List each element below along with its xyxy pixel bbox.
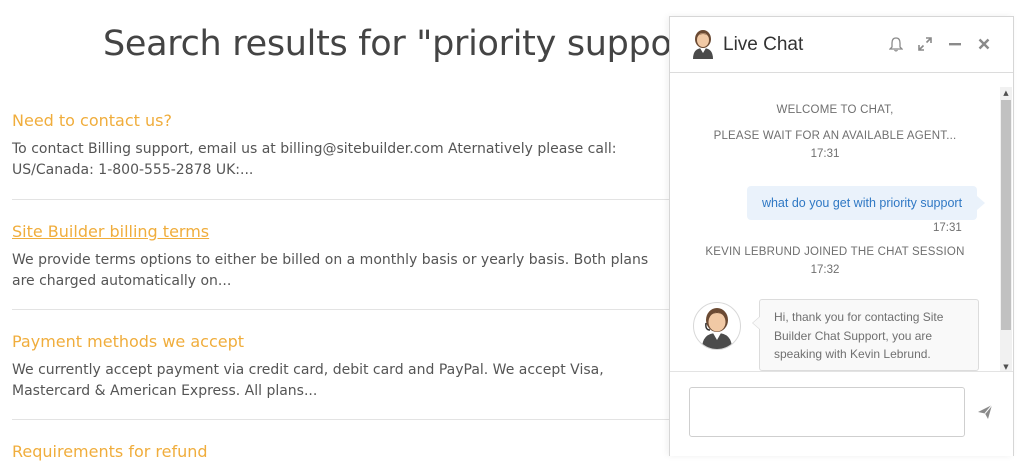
chat-message-input[interactable] (689, 387, 965, 437)
agent-avatar-icon (702, 308, 732, 349)
divider (12, 309, 672, 310)
expand-icon[interactable] (916, 35, 934, 53)
result-title-link[interactable]: Requirements for refund (12, 442, 712, 462)
system-message: PLEASE WAIT FOR AN AVAILABLE AGENT... (713, 130, 957, 142)
search-result: Payment methods we accept We currently a… (12, 332, 712, 402)
search-result: Need to contact us? To contact Billing s… (12, 111, 712, 181)
divider (12, 419, 672, 420)
result-title-link[interactable]: Need to contact us? (12, 111, 712, 131)
scroll-up-icon[interactable]: ▲ (1000, 87, 1012, 99)
chat-footer (670, 371, 1013, 456)
page-title: Search results for "priority support" (103, 24, 715, 64)
send-icon[interactable] (977, 404, 995, 422)
close-icon[interactable] (975, 35, 993, 53)
chat-title: Live Chat (723, 34, 804, 55)
result-title-link[interactable]: Payment methods we accept (12, 332, 712, 352)
agent-message-bubble: Hi, thank you for contacting Site Builde… (752, 299, 979, 371)
result-snippet: We currently accept payment via credit c… (12, 362, 604, 399)
message-time: 17:31 (810, 148, 840, 160)
live-chat-widget: Live Chat WELCOME TO CHAT, PLEASE WAIT F… (669, 16, 1014, 456)
agent-avatar (693, 302, 741, 350)
search-result: Requirements for refund (12, 442, 712, 462)
result-snippet: To contact Billing support, email us at … (12, 141, 617, 178)
system-message: KEVIN LEBRUND JOINED THE CHAT SESSION (705, 246, 965, 258)
search-result: Site Builder billing terms We provide te… (12, 222, 712, 292)
result-title-link[interactable]: Site Builder billing terms (12, 222, 712, 242)
message-time: 17:31 (933, 222, 962, 234)
chat-scrollbar[interactable]: ▲ ▼ (1000, 87, 1012, 373)
scrollbar-thumb[interactable] (1001, 100, 1011, 330)
chat-messages: WELCOME TO CHAT, PLEASE WAIT FOR AN AVAI… (670, 73, 1013, 371)
chat-header: Live Chat (670, 17, 1013, 73)
user-message-bubble: what do you get with priority support (747, 186, 985, 220)
agent-icon (693, 30, 713, 59)
divider (12, 199, 672, 200)
message-time: 17:32 (810, 264, 840, 276)
minimize-icon[interactable] (946, 35, 964, 53)
result-snippet: We provide terms options to either be bi… (12, 252, 649, 289)
system-message: WELCOME TO CHAT, (776, 104, 894, 116)
bell-icon[interactable] (887, 35, 905, 53)
